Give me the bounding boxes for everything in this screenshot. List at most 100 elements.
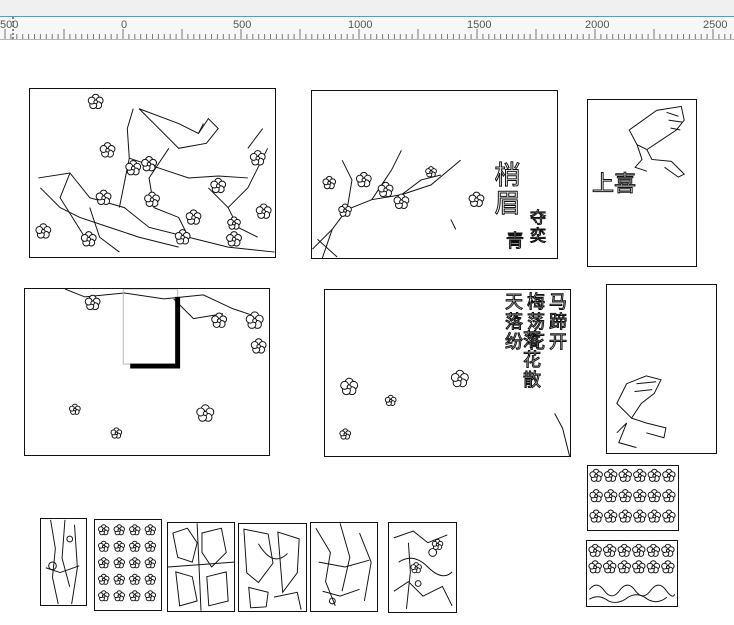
plum-blossom-icon — [227, 216, 241, 230]
plum-blossom-icon — [632, 560, 646, 574]
plum-blossom-icon — [84, 294, 101, 311]
plum-blossom-icon — [69, 403, 81, 415]
selection-bracket — [130, 296, 181, 369]
plum-blossom-icon — [632, 543, 646, 557]
selection-box — [122, 289, 179, 365]
ruler-label: 500 — [0, 19, 19, 31]
plum-blossom-icon — [322, 175, 337, 190]
plum-blossom-icon — [604, 489, 618, 503]
plum-blossom-icon — [144, 524, 157, 536]
plum-blossom-icon — [618, 489, 632, 503]
ruler-label: 0 — [121, 19, 128, 31]
artwork-thumb-6[interactable] — [388, 522, 457, 613]
plum-blossom-icon — [144, 590, 157, 602]
plum-blossom-icon — [431, 538, 444, 550]
plum-blossom-icon — [98, 540, 110, 552]
plum-blossom-icon — [589, 509, 603, 523]
plum-blossom-icon — [98, 590, 110, 602]
plum-blossom-icon — [210, 177, 227, 194]
plum-blossom-icon — [98, 557, 110, 569]
plum-blossom-icon — [661, 560, 675, 574]
plum-blossom-icon — [662, 509, 676, 523]
artwork-thumb-1[interactable] — [40, 518, 87, 606]
plum-blossom-icon — [99, 142, 116, 158]
thumb-3-drawing — [168, 523, 234, 611]
plum-blossom-icon — [129, 573, 141, 585]
horizontal-ruler[interactable]: 500 0 500 1000 1500 2000 2500 — [0, 17, 734, 40]
plum-blossom-icon — [618, 468, 632, 482]
plum-blossom-icon — [661, 543, 675, 557]
ruler-label: 500 — [233, 19, 252, 31]
plum-blossom-icon — [450, 369, 469, 388]
plum-blossom-icon — [468, 191, 485, 208]
bird-branch-drawing — [35, 93, 275, 253]
artwork-panel-scattered-flowers-a[interactable] — [24, 288, 270, 456]
plum-blossom-icon — [174, 229, 191, 245]
plum-blossom-icon — [144, 557, 157, 569]
artwork-panel-magpie-bottom[interactable] — [606, 284, 717, 454]
artwork-panel-bird-branch[interactable] — [29, 88, 276, 258]
artwork-text: 上喜 — [591, 172, 637, 197]
artwork-thumb-5[interactable] — [310, 522, 378, 612]
artwork-thumb-4[interactable] — [238, 523, 307, 612]
artwork-title-text: 梢眉 — [490, 161, 521, 218]
plum-blossom-icon — [185, 209, 202, 225]
thumb-4-drawing — [243, 528, 302, 610]
plum-blossom-icon — [80, 231, 97, 247]
artwork-panel-poem[interactable]: 马蹄开 梅荡花 落花散 天落纷 — [324, 289, 571, 457]
plum-blossom-icon — [602, 543, 617, 557]
artwork-panel-flower-grid-b[interactable] — [586, 540, 678, 607]
plum-blossom-icon — [393, 193, 410, 209]
plum-blossom-icon — [110, 427, 123, 439]
plum-blossom-icon — [647, 489, 662, 503]
thumb-5-drawing — [315, 523, 372, 607]
plum-blossom-icon — [647, 468, 662, 482]
plum-blossom-icon — [129, 540, 141, 552]
plum-blossom-icon — [196, 404, 215, 422]
plum-blossom-icon — [646, 543, 661, 557]
plum-blossom-icon — [588, 560, 602, 574]
plum-blossom-icon — [113, 540, 125, 552]
plum-blossom-icon — [129, 524, 141, 536]
plum-blossom-icon — [113, 524, 125, 536]
scattered-flowers-drawing — [64, 289, 267, 439]
poem-column: 天落纷 — [502, 292, 524, 353]
plum-blossom-icon — [589, 468, 603, 482]
plum-blossom-icon — [98, 573, 110, 585]
artwork-thumb-3[interactable] — [167, 522, 235, 612]
plum-blossom-icon — [410, 562, 422, 574]
artwork-text: 青 — [506, 231, 525, 252]
plum-blossom-icon — [633, 468, 647, 482]
plum-blossom-icon — [113, 557, 125, 569]
poem-column: 马蹄开 — [546, 292, 568, 353]
plum-blossom-icon — [113, 573, 125, 585]
artwork-panel-branch-text[interactable]: 梢眉 夺奕 青 — [311, 90, 558, 259]
plum-blossom-icon — [144, 191, 160, 207]
plum-blossom-icon — [588, 543, 602, 557]
ruler-label: 1500 — [467, 19, 492, 31]
plum-blossom-icon — [633, 509, 647, 523]
artwork-panel-magpie-top[interactable]: 上喜 — [587, 99, 697, 267]
magpie-bottom-drawing — [616, 375, 667, 449]
plum-blossom-icon — [98, 524, 110, 536]
plum-blossom-icon — [129, 590, 141, 602]
plum-blossom-icon — [604, 468, 618, 482]
plum-blossom-icon — [339, 428, 352, 440]
thumb-2-drawing — [98, 524, 157, 602]
plum-blossom-icon — [618, 509, 632, 523]
plum-blossom-icon — [35, 223, 52, 239]
plum-blossom-icon — [141, 156, 157, 172]
plum-blossom-icon — [662, 489, 676, 503]
plum-blossom-icon — [87, 93, 104, 110]
artwork-panel-flower-grid-a[interactable] — [587, 465, 679, 531]
design-canvas[interactable]: 梢眉 夺奕 青 上喜 马蹄开 梅荡花 落花散 天落纷 — [0, 40, 734, 625]
plum-blossom-icon — [647, 509, 662, 523]
title-bar — [0, 0, 734, 17]
plum-blossom-icon — [144, 573, 157, 585]
plum-blossom-icon — [226, 231, 242, 247]
artwork-thumb-2[interactable] — [94, 519, 162, 611]
flower-grid-a — [589, 468, 676, 523]
plum-blossom-icon — [255, 203, 272, 219]
plum-blossom-icon — [129, 557, 141, 569]
thumb-6-drawing — [393, 530, 453, 609]
